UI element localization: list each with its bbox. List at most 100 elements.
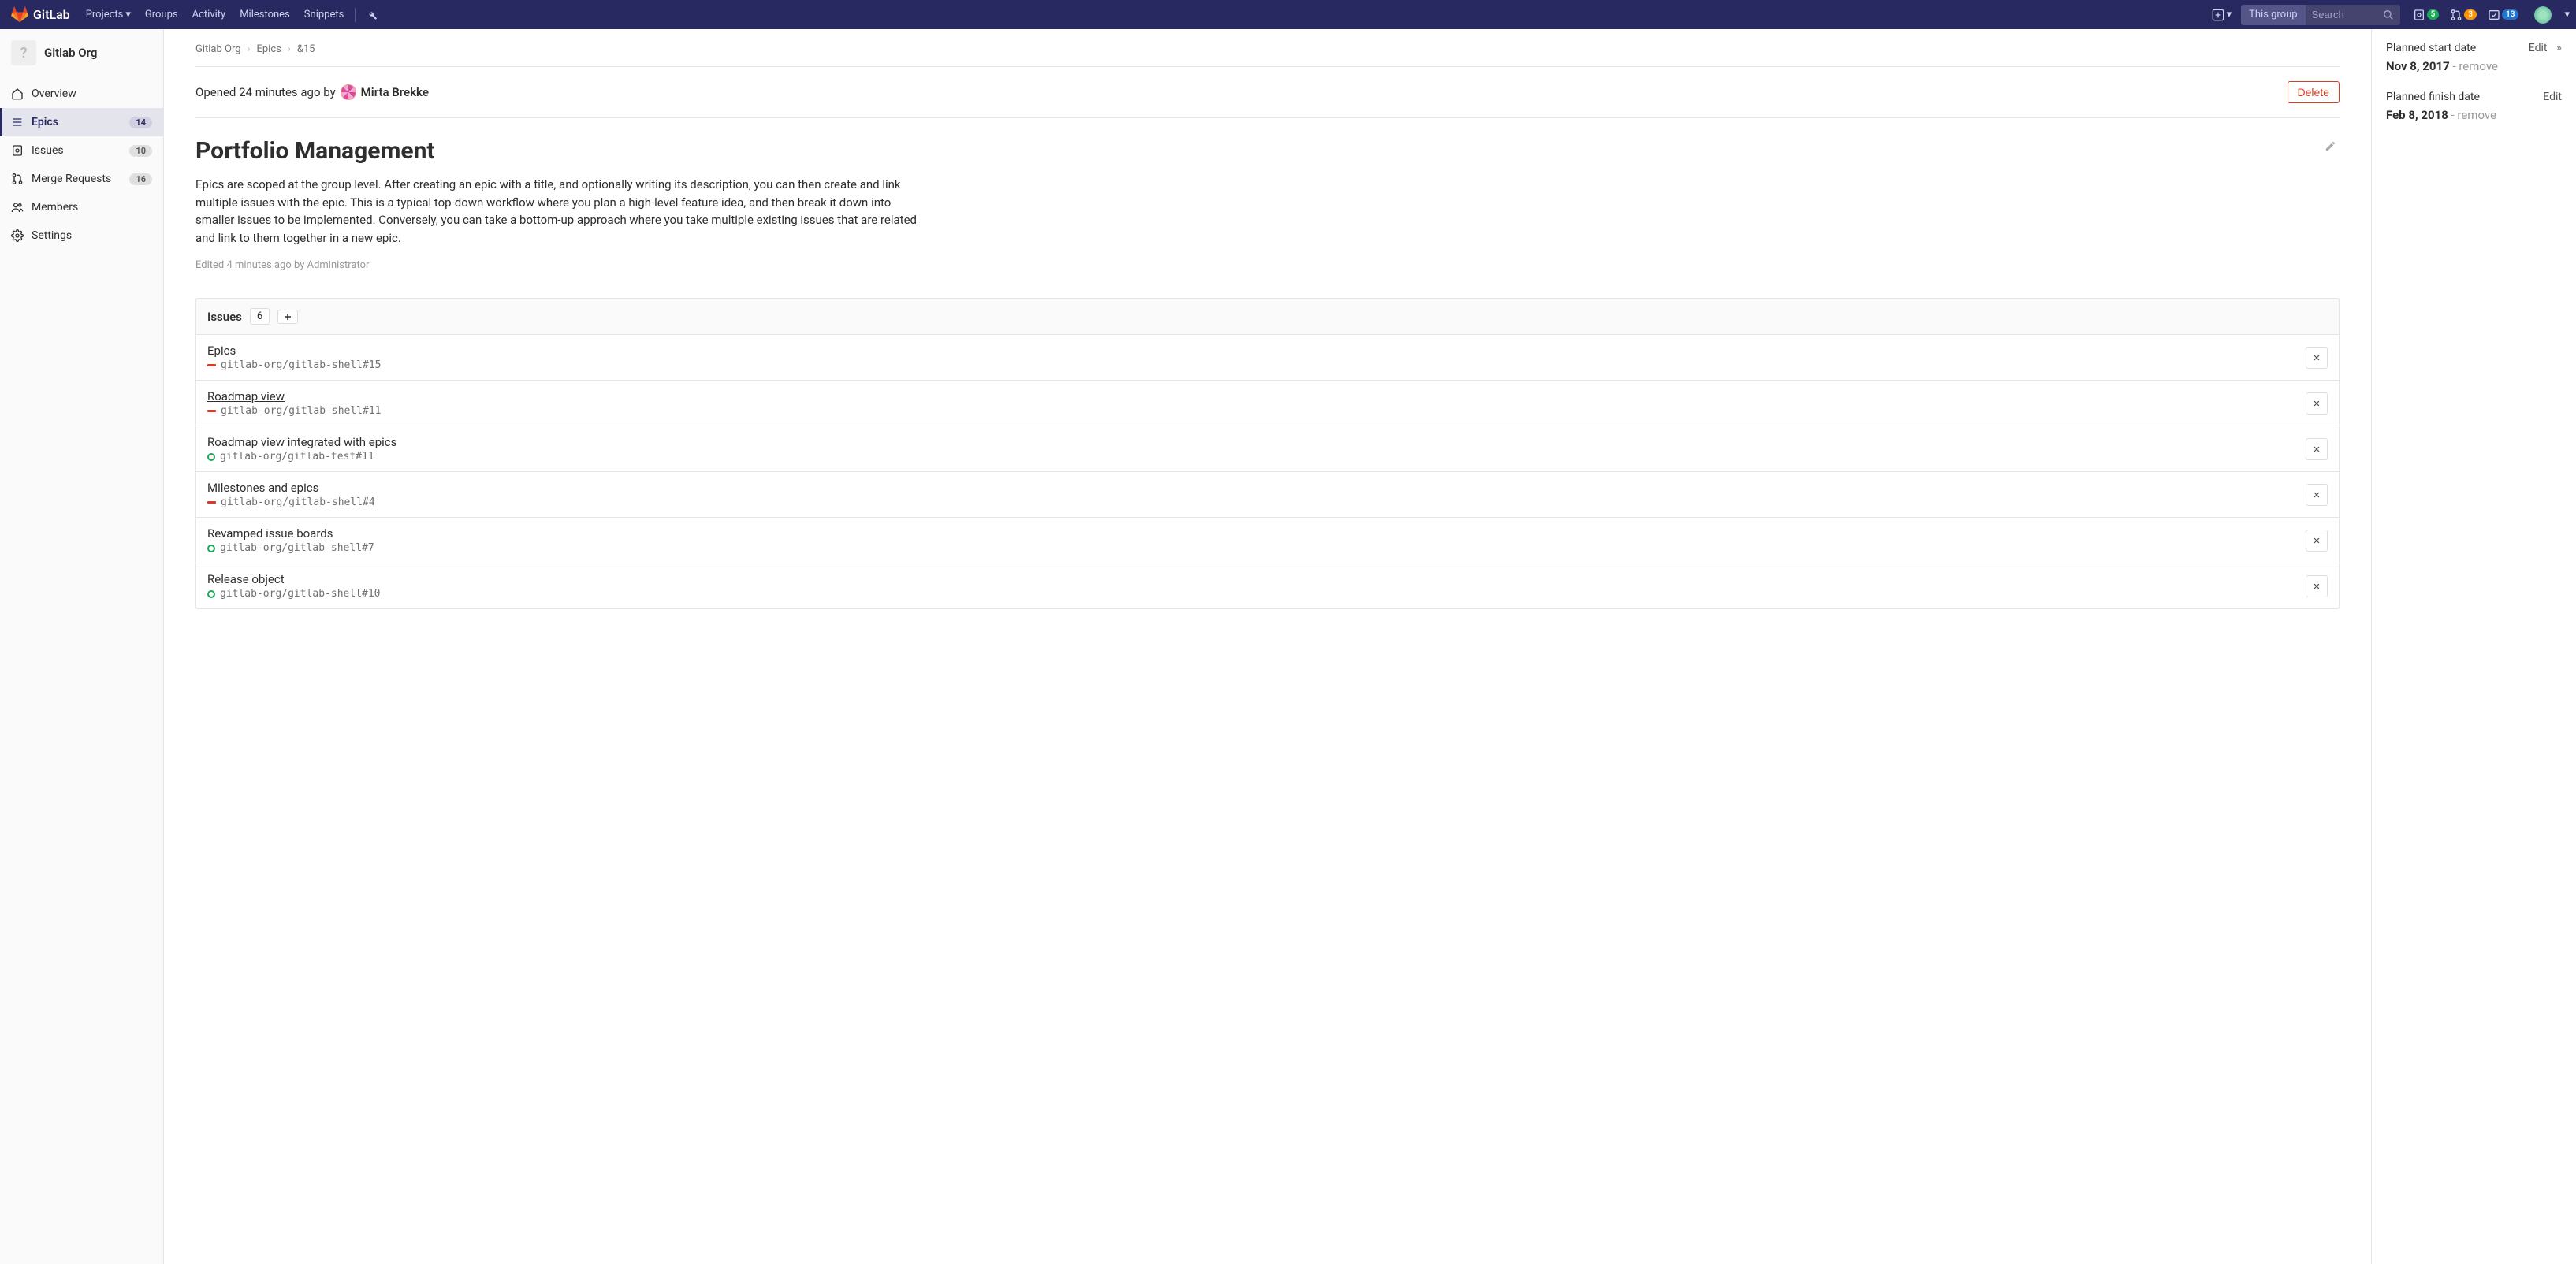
start-date-value: Nov 8, 2017 xyxy=(2386,59,2450,73)
issues-panel: Issues 6 Epics gitlab-org/gitlab-shell#1… xyxy=(195,298,2340,609)
chevron-down-icon: ▾ xyxy=(2227,9,2232,20)
nav-projects[interactable]: Projects ▾ xyxy=(86,9,131,20)
search-wrap: This group xyxy=(2241,5,2399,25)
plus-square-icon xyxy=(2212,9,2224,21)
issue-title[interactable]: Release object xyxy=(207,572,381,586)
edit-finish-date[interactable]: Edit xyxy=(2543,91,2562,103)
epic-header: Opened 24 minutes ago by Mirta Brekke De… xyxy=(195,67,2340,117)
members-icon xyxy=(11,201,24,214)
remove-issue-button[interactable] xyxy=(2306,530,2328,552)
crumb-group[interactable]: Gitlab Org xyxy=(195,43,241,55)
epic-description: Epics are scoped at the group level. Aft… xyxy=(195,176,921,247)
mr-icon xyxy=(2450,9,2462,21)
edit-title-button[interactable] xyxy=(2321,137,2340,155)
issue-ref[interactable]: gitlab-org/gitlab-shell#4 xyxy=(207,496,375,508)
chevron-down-icon[interactable]: ▾ xyxy=(2564,9,2570,20)
close-icon xyxy=(2313,445,2321,453)
remove-issue-button[interactable] xyxy=(2306,438,2328,460)
collapse-sidebar-icon[interactable]: » xyxy=(2556,42,2562,54)
sidebar-item-members[interactable]: Members xyxy=(0,193,163,221)
opened-text: Opened 24 minutes ago by xyxy=(195,85,336,99)
nav-todos-counter[interactable]: 13 xyxy=(2488,9,2518,21)
close-icon xyxy=(2313,354,2321,362)
sidebar-count: 14 xyxy=(129,117,152,128)
remove-issue-button[interactable] xyxy=(2306,484,2328,506)
chevron-right-icon: › xyxy=(288,43,291,55)
nav-activity[interactable]: Activity xyxy=(192,9,226,20)
sidebar-item-label: Merge Requests xyxy=(32,173,121,185)
chevron-right-icon: › xyxy=(248,43,251,55)
mr-badge: 3 xyxy=(2464,9,2477,20)
remove-issue-button[interactable] xyxy=(2306,575,2328,597)
edit-start-date[interactable]: Edit xyxy=(2529,42,2548,54)
issues-icon xyxy=(11,144,24,157)
new-dropdown[interactable]: ▾ xyxy=(2212,9,2232,21)
issue-title[interactable]: Roadmap view xyxy=(207,389,382,403)
search-input[interactable] xyxy=(2306,5,2377,25)
status-open-icon xyxy=(207,453,215,461)
issue-title[interactable]: Milestones and epics xyxy=(207,481,375,495)
issue-ref[interactable]: gitlab-org/gitlab-test#11 xyxy=(207,451,396,463)
admin-wrench-icon[interactable] xyxy=(367,9,378,20)
author-name[interactable]: Mirta Brekke xyxy=(361,85,429,99)
nav-links: Projects ▾ Groups Activity Milestones Sn… xyxy=(86,9,344,20)
search-icon[interactable] xyxy=(2377,9,2400,20)
chevron-down-icon: ▾ xyxy=(125,9,131,20)
crumb-current[interactable]: &15 xyxy=(297,43,315,55)
remove-finish-date[interactable]: - remove xyxy=(2451,108,2497,122)
author-avatar[interactable] xyxy=(341,84,356,100)
issue-ref[interactable]: gitlab-org/gitlab-shell#7 xyxy=(207,542,374,554)
settings-icon xyxy=(11,229,24,242)
nav-snippets[interactable]: Snippets xyxy=(304,9,344,20)
issues-count: 6 xyxy=(250,308,270,325)
issue-ref[interactable]: gitlab-org/gitlab-shell#11 xyxy=(207,405,382,417)
tanuki-icon xyxy=(11,6,28,24)
nav-mr-counter[interactable]: 3 xyxy=(2450,9,2477,21)
left-sidebar: ? Gitlab Org Overview Epics 14 Issues 10… xyxy=(0,29,164,1264)
top-navbar: GitLab Projects ▾ Groups Activity Milest… xyxy=(0,0,2576,29)
close-icon xyxy=(2313,582,2321,590)
search-scope[interactable]: This group xyxy=(2241,5,2305,25)
finish-date-value: Feb 8, 2018 xyxy=(2386,108,2448,122)
gitlab-logo[interactable]: GitLab xyxy=(11,6,70,24)
sidebar-count: 16 xyxy=(129,173,152,185)
issue-title[interactable]: Roadmap view integrated with epics xyxy=(207,435,396,449)
epic-icon xyxy=(11,116,24,128)
remove-issue-button[interactable] xyxy=(2306,392,2328,415)
status-open-icon xyxy=(207,590,215,598)
status-open-icon xyxy=(207,545,215,552)
issue-title[interactable]: Epics xyxy=(207,344,382,358)
remove-start-date[interactable]: - remove xyxy=(2452,59,2498,73)
issue-row: Release object gitlab-org/gitlab-shell#1… xyxy=(196,563,2339,608)
nav-milestones[interactable]: Milestones xyxy=(240,9,290,20)
crumb-epics[interactable]: Epics xyxy=(256,43,281,55)
issue-ref[interactable]: gitlab-org/gitlab-shell#15 xyxy=(207,359,382,371)
add-issue-button[interactable] xyxy=(277,310,298,324)
group-name: Gitlab Org xyxy=(44,46,97,60)
edited-note: Edited 4 minutes ago by Administrator xyxy=(195,259,2340,271)
delete-button[interactable]: Delete xyxy=(2288,81,2340,103)
pencil-icon xyxy=(2325,140,2336,152)
issues-badge: 5 xyxy=(2427,9,2440,20)
user-avatar[interactable] xyxy=(2534,6,2552,24)
close-icon xyxy=(2313,537,2321,545)
issue-title[interactable]: Revamped issue boards xyxy=(207,526,374,541)
sidebar-header[interactable]: ? Gitlab Org xyxy=(0,40,163,80)
right-sidebar: Planned start date Edit » Nov 8, 2017 - … xyxy=(2371,29,2576,1264)
nav-issues-counter[interactable]: 5 xyxy=(2413,9,2440,21)
nav-groups[interactable]: Groups xyxy=(145,9,178,20)
sidebar-item-overview[interactable]: Overview xyxy=(0,80,163,108)
issues-label: Issues xyxy=(207,310,242,324)
issue-ref[interactable]: gitlab-org/gitlab-shell#10 xyxy=(207,588,381,600)
issue-row: Epics gitlab-org/gitlab-shell#15 xyxy=(196,335,2339,380)
brand-name: GitLab xyxy=(33,7,70,22)
sidebar-item-label: Epics xyxy=(32,116,121,128)
sidebar-item-merge-requests[interactable]: Merge Requests 16 xyxy=(0,165,163,193)
sidebar-item-epics[interactable]: Epics 14 xyxy=(0,108,163,136)
remove-issue-button[interactable] xyxy=(2306,347,2328,369)
planned-start-section: Planned start date Edit » Nov 8, 2017 - … xyxy=(2386,42,2562,73)
sidebar-item-issues[interactable]: Issues 10 xyxy=(0,136,163,165)
sidebar-item-settings[interactable]: Settings xyxy=(0,221,163,250)
issue-row: Milestones and epics gitlab-org/gitlab-s… xyxy=(196,471,2339,517)
status-closed-icon xyxy=(207,364,216,366)
